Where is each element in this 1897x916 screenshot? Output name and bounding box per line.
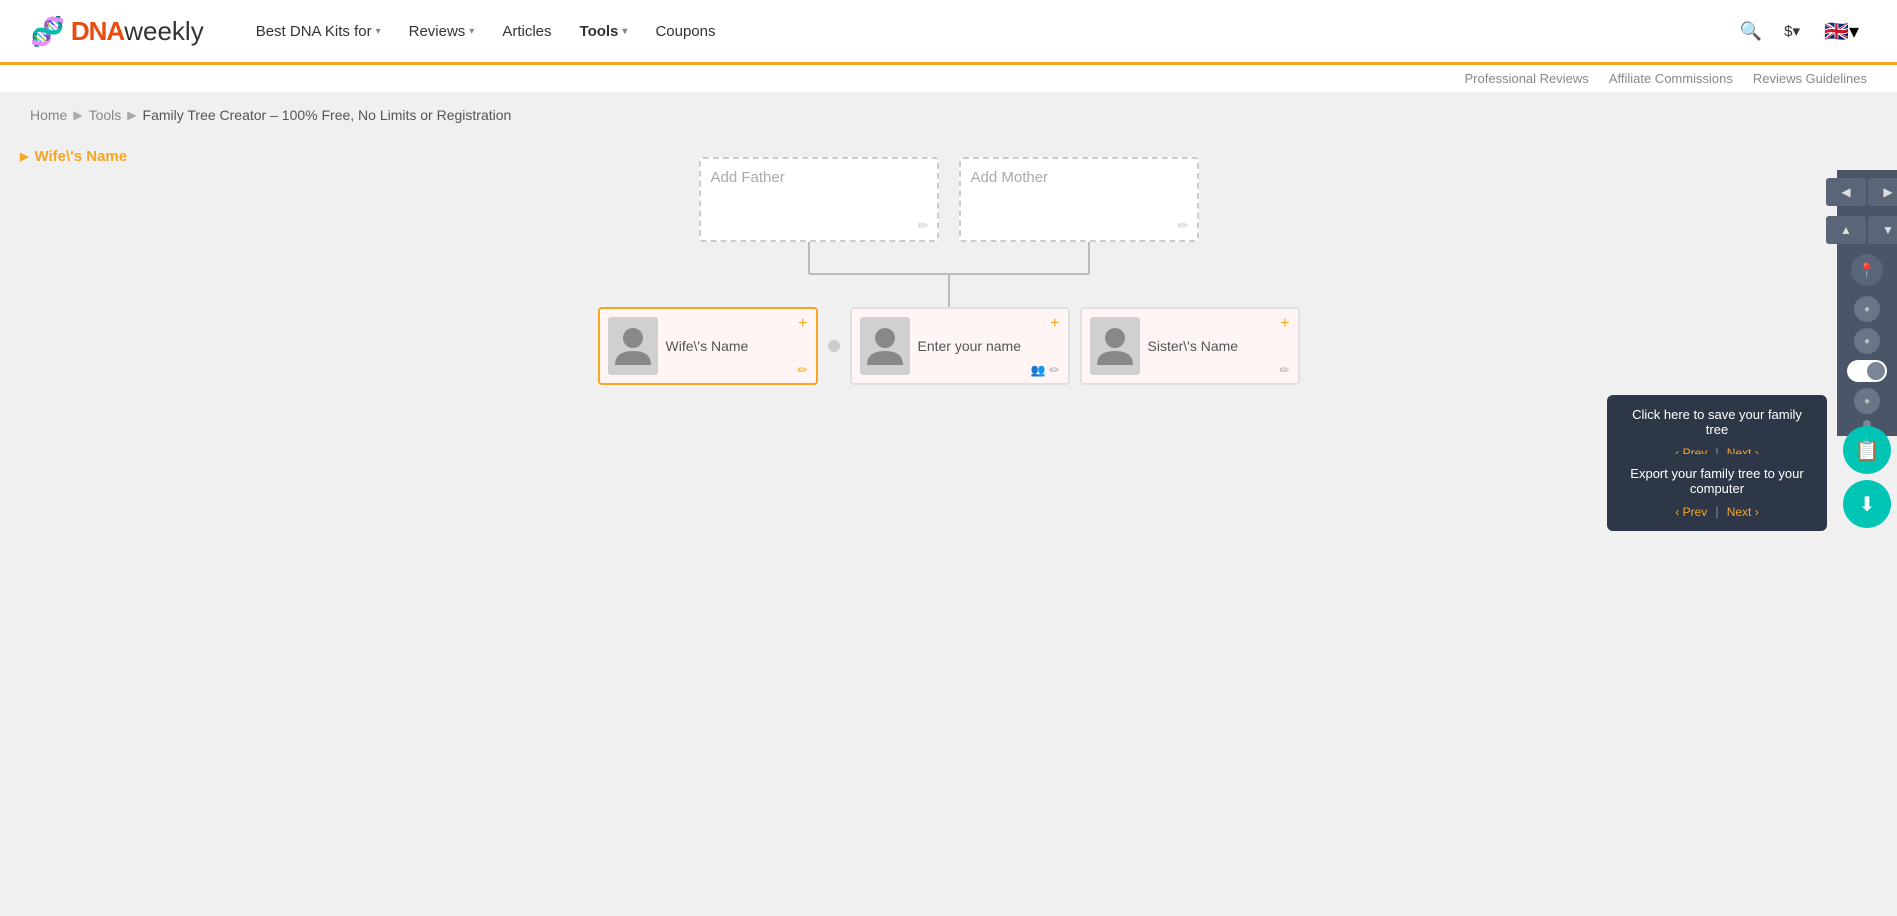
avatar-center [860,317,910,375]
right-panel: ◀ ▶ ▲ ▼ 📍 ● ● ● [1837,170,1897,436]
avatar-sister [1090,317,1140,375]
sister-bottom-icons: ✏ [1279,363,1289,377]
pan-left-button[interactable]: ◀ [1826,178,1866,206]
edit-pencil-icon[interactable]: ✏ [1279,363,1289,377]
circle-control-2[interactable]: ● [1854,328,1880,354]
download-tooltip-text: Export your family tree to your computer [1623,466,1811,496]
breadcrumb: Home ▶ Tools ▶ Family Tree Creator – 100… [0,93,1897,137]
toggle-switch[interactable] [1847,360,1887,382]
chevron-down-icon: ▾ [376,26,381,37]
avatar-svg [1097,325,1133,367]
download-tooltip-nav: ‹ Prev | Next › [1623,504,1811,519]
header: 🧬 DNAweekly Best DNA Kits for ▾ Reviews … [0,0,1897,65]
pan-right-button[interactable]: ▶ [1868,178,1897,206]
logo-dna-text: DNA [71,16,124,47]
person-card-sister[interactable]: Sister\'s Name + ✏ [1080,307,1300,385]
main-nav: Best DNA Kits for ▾ Reviews ▾ Articles T… [244,15,1734,48]
family-tree-area: Add Father ✏ Add Mother ✏ [559,157,1339,385]
download-family-tree-button[interactable]: ⬇ [1843,480,1891,528]
breadcrumb-separator: ▶ [127,108,136,122]
add-button-wife[interactable]: + [798,315,807,333]
circle-control-3[interactable]: ● [1854,388,1880,414]
nav-item-coupons[interactable]: Coupons [643,15,727,48]
center-name: Enter your name [918,338,1060,354]
marriage-connector [828,340,840,352]
parents-section: Add Father ✏ Add Mother ✏ [559,157,1339,242]
tree-connector-svg [689,242,1209,307]
chevron-down-icon: ▾ [622,26,627,37]
avatar-wife [608,317,658,375]
nav-item-tools[interactable]: Tools ▾ [568,15,640,48]
nav-item-reviews[interactable]: Reviews ▾ [397,15,487,48]
pan-up-button[interactable]: ▲ [1826,216,1866,244]
search-icon[interactable]: 🔍 [1734,15,1768,48]
download-next-button[interactable]: Next › [1727,505,1759,519]
breadcrumb-current-page[interactable]: Family Tree Creator – 100% Free, No Limi… [143,107,512,123]
wife-name: Wife\'s Name [666,338,808,354]
wife-bottom-icons: ✏ [797,363,807,377]
edit-pencil-icon[interactable]: ✏ [797,363,807,377]
separator: | [1715,504,1718,519]
father-placeholder-text: Add Father [711,169,785,186]
sub-nav-professional-reviews[interactable]: Professional Reviews [1465,71,1589,86]
chevron-down-icon: ▾ [1793,22,1801,40]
sister-name: Sister\'s Name [1148,338,1290,354]
group-icon[interactable]: 👥 [1030,363,1045,377]
add-father-card[interactable]: Add Father ✏ [699,157,939,242]
chevron-down-icon: ▾ [1849,19,1859,44]
breadcrumb-tools[interactable]: Tools [89,107,122,123]
currency-selector[interactable]: $ ▾ [1776,16,1808,46]
location-icon[interactable]: 📍 [1851,254,1883,286]
nav-item-best-dna[interactable]: Best DNA Kits for ▾ [244,15,393,48]
add-button-sister[interactable]: + [1280,315,1289,333]
person-card-center[interactable]: Enter your name + 👥 ✏ [850,307,1070,385]
save-family-tree-button[interactable]: 📋 [1843,426,1891,474]
nav-item-articles[interactable]: Articles [490,15,563,48]
pan-down-button[interactable]: ▼ [1868,216,1897,244]
mother-placeholder-text: Add Mother [971,169,1049,186]
edit-pencil-icon[interactable]: ✏ [1049,363,1059,377]
children-section: Wife\'s Name + ✏ Enter your name + [559,307,1339,385]
avatar-svg [615,325,651,367]
add-button-center[interactable]: + [1050,315,1059,333]
breadcrumb-home[interactable]: Home [30,107,67,123]
chevron-down-icon: ▾ [469,26,474,37]
circle-control-1[interactable]: ● [1854,296,1880,322]
add-mother-card[interactable]: Add Mother ✏ [959,157,1199,242]
center-bottom-icons: 👥 ✏ [1030,363,1059,377]
person-card-wife[interactable]: Wife\'s Name + ✏ [598,307,818,385]
sub-nav-reviews-guidelines[interactable]: Reviews Guidelines [1753,71,1867,86]
edit-icon[interactable]: ✏ [1178,218,1189,234]
logo-icon: 🧬 [30,15,65,48]
breadcrumb-separator: ▶ [73,108,82,122]
sub-nav-affiliate-commissions[interactable]: Affiliate Commissions [1609,71,1733,86]
download-prev-button[interactable]: ‹ Prev [1675,505,1707,519]
logo[interactable]: 🧬 DNAweekly [30,15,204,48]
download-tooltip: Export your family tree to your computer… [1607,454,1827,531]
language-selector[interactable]: 🇬🇧 ▾ [1816,13,1867,50]
edit-icon[interactable]: ✏ [918,218,929,234]
avatar-svg [867,325,903,367]
save-tooltip-text: Click here to save your family tree [1623,407,1811,437]
sub-nav: Professional Reviews Affiliate Commissio… [0,65,1897,93]
nav-right: 🔍 $ ▾ 🇬🇧 ▾ [1734,13,1867,50]
logo-weekly-text: weekly [124,16,203,47]
